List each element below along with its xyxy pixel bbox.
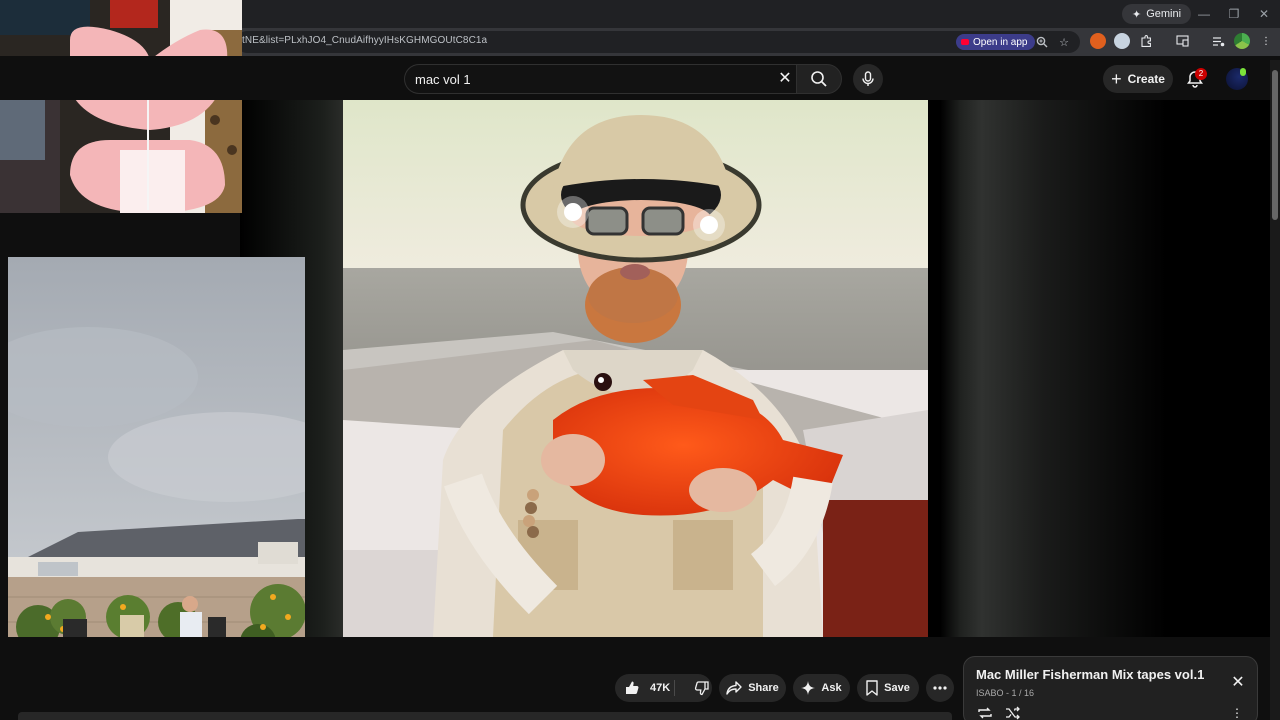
zoom-icon[interactable] (1034, 34, 1050, 50)
loop-icon[interactable] (976, 705, 994, 720)
scrollbar-thumb[interactable] (1272, 70, 1278, 220)
url-text: tNE&list=PLxhJO4_CnudAifhyyIHsKGHMGOUtC8… (242, 35, 488, 46)
ask-button[interactable]: Ask (793, 674, 850, 702)
search-icon (811, 71, 827, 87)
scrollbar[interactable] (1270, 60, 1280, 720)
album-art (343, 100, 928, 637)
save-button[interactable]: Save (857, 674, 919, 702)
description-panel[interactable] (18, 712, 952, 720)
like-divider (674, 680, 675, 696)
like-dislike-group: 47K (615, 674, 712, 702)
cast-icon[interactable] (1174, 33, 1190, 49)
playlist-panel: Mac Miller Fisherman Mix tapes vol.1 ISA… (963, 656, 1258, 720)
webcam-overlay (0, 0, 242, 213)
album-art-illustration (343, 100, 928, 637)
share-button[interactable]: Share (719, 674, 786, 702)
notification-badge: 2 (1195, 68, 1207, 80)
minimize-icon[interactable]: — (1192, 4, 1216, 24)
bookmark-icon (866, 680, 878, 696)
extension-icon-orange[interactable] (1090, 33, 1106, 49)
sparkle-icon: ✦ (1132, 8, 1142, 21)
kebab-menu-icon[interactable]: ⋮ (1258, 33, 1274, 49)
backyard-photo (8, 257, 305, 700)
more-icon (933, 686, 947, 690)
media-queue-icon[interactable] (1210, 33, 1226, 49)
voice-search-button[interactable] (853, 64, 883, 94)
plus-icon: + (1111, 69, 1122, 89)
extension-icon-light[interactable] (1114, 33, 1130, 49)
save-label: Save (884, 682, 910, 694)
close-icon[interactable]: ✕ (1228, 673, 1248, 693)
webcam-feed (0, 0, 242, 213)
star-icon[interactable]: ☆ (1056, 34, 1072, 50)
screen: ✦ Gemini — ❐ ✕ tNE&list=PLxhJO4_CnudAifh… (0, 0, 1280, 720)
photo-overlay (8, 257, 305, 700)
youtube-logo-icon (961, 39, 969, 45)
like-count[interactable]: 47K (650, 682, 670, 694)
restore-icon[interactable]: ❐ (1222, 4, 1246, 24)
puzzle-icon[interactable] (1138, 33, 1154, 49)
create-label: Create (1127, 72, 1165, 86)
avatar-status-dot (1240, 68, 1246, 76)
gemini-button[interactable]: ✦ Gemini (1122, 4, 1192, 24)
open-in-app-button[interactable]: Open in app (956, 34, 1035, 50)
playlist-meta[interactable]: ISABO - 1 / 16 (976, 688, 1034, 698)
close-window-icon[interactable]: ✕ (1252, 4, 1276, 24)
profile-icon[interactable] (1234, 33, 1250, 49)
thumbs-up-icon[interactable] (624, 680, 640, 696)
share-label: Share (748, 682, 779, 694)
ask-label: Ask (821, 682, 842, 694)
shuffle-icon[interactable] (1004, 705, 1022, 720)
search-input[interactable]: mac vol 1 ✕ (404, 64, 796, 94)
kebab-menu-icon[interactable]: ⋮ (1230, 705, 1244, 720)
search-query: mac vol 1 (415, 72, 471, 87)
playlist-title[interactable]: Mac Miller Fisherman Mix tapes vol.1 (976, 667, 1204, 682)
sparkle-icon (801, 681, 816, 695)
address-bar[interactable]: tNE&list=PLxhJO4_CnudAifhyyIHsKGHMGOUtC8… (236, 31, 1080, 53)
create-button[interactable]: + Create (1103, 65, 1173, 93)
thumbs-down-icon[interactable] (694, 680, 710, 696)
open-in-app-label: Open in app (973, 36, 1028, 48)
search-button[interactable] (796, 64, 842, 94)
share-icon (726, 681, 742, 695)
gemini-label: Gemini (1146, 8, 1182, 20)
youtube-header: mac vol 1 ✕ + Create 2 (0, 56, 1280, 100)
close-icon[interactable]: ✕ (775, 69, 795, 89)
mic-icon (862, 71, 874, 86)
more-actions-button[interactable] (926, 674, 954, 702)
